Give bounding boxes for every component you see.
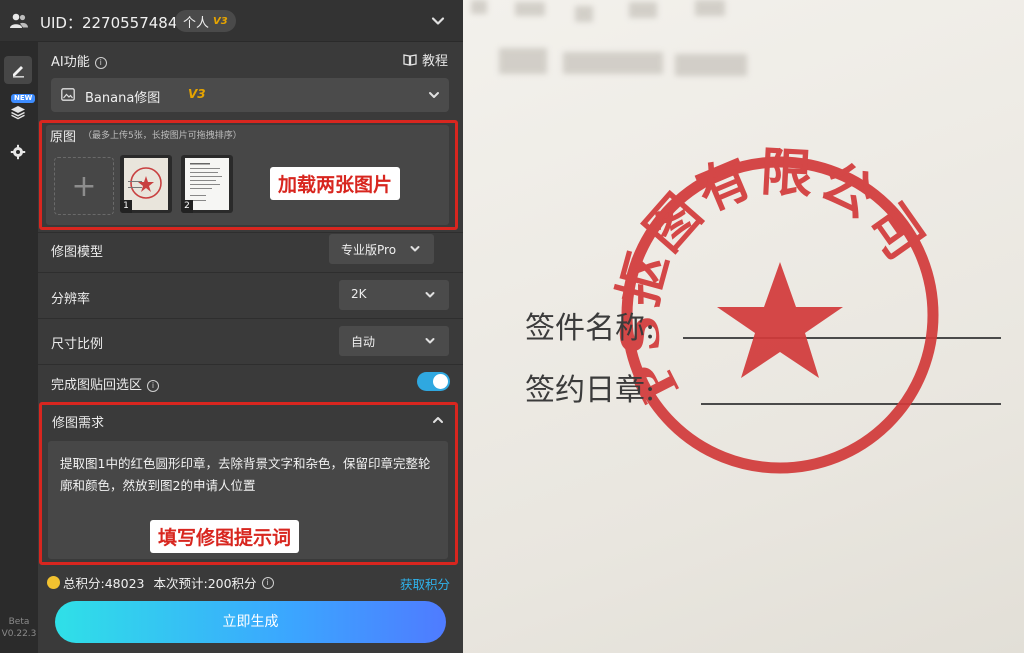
tutorial-link[interactable]: 教程 [403, 50, 448, 69]
points-summary: 总积分:48023 本次预计:200积分 i [47, 573, 274, 592]
requirement-label: 修图需求 [52, 416, 105, 431]
requirement-text: 提取图1中的红色圆形印章，去除背景文字和杂色，保留印章完整轮廓和颜色，然放到图2… [60, 456, 431, 493]
prompt-callout: 填写修图提示词 [150, 520, 300, 553]
account-type-badge: 个人 V3 [175, 10, 236, 32]
model-name: Banana修图 [85, 91, 161, 106]
chevron-down-icon[interactable] [430, 13, 446, 29]
rail-settings-button[interactable] [4, 138, 32, 166]
chevron-down-icon [410, 246, 420, 252]
document-canvas[interactable]: PS抠图有限公司 签件名称: 签约日章: [463, 0, 1024, 653]
chevron-down-icon [425, 292, 435, 298]
version-number: V0.22.3 [1, 629, 37, 639]
ratio-label: 尺寸比例 [51, 337, 104, 352]
info-icon[interactable]: i [147, 380, 160, 392]
sign-name-label: 签件名称: [525, 311, 656, 346]
coin-icon [47, 576, 60, 589]
paste-back-toggle[interactable] [417, 372, 450, 391]
side-rail: NEW Beta V0.22.3 [0, 42, 38, 653]
paste-back-label: 完成图贴回选区 [51, 378, 143, 393]
account-type-label: 个人 [183, 15, 210, 31]
account-version: V3 [213, 15, 228, 27]
version-stage: Beta [8, 617, 30, 627]
chevron-down-icon [425, 338, 435, 344]
divider [38, 232, 463, 233]
get-points-link[interactable]: 获取积分 [400, 574, 450, 593]
chevron-up-icon[interactable] [431, 413, 445, 427]
model-value: 专业版Pro [341, 243, 397, 257]
resolution-label: 分辨率 [51, 292, 91, 307]
chevron-down-icon [429, 92, 439, 98]
divider [38, 318, 463, 319]
account-bar[interactable]: UID：2270557484 个人 V3 [0, 0, 463, 42]
image-icon [61, 88, 75, 101]
tutorial-label: 教程 [422, 54, 449, 69]
users-icon [10, 13, 28, 28]
rail-layers-button[interactable] [4, 98, 32, 126]
model-version: V3 [188, 87, 206, 101]
uid-text: UID：2270557484 [40, 14, 178, 32]
editor-panel: UID：2270557484 个人 V3 NEW Beta V0.22.3 AI… [0, 0, 463, 653]
resolution-dropdown[interactable]: 2K [339, 280, 449, 310]
estimate-points: 本次预计:200积分 [153, 576, 257, 591]
sign-date-label: 签约日章: [525, 373, 656, 408]
ai-function-label: AI功能 i [51, 51, 107, 70]
ratio-value: 自动 [351, 335, 376, 349]
divider [38, 272, 463, 273]
company-stamp: PS抠图有限公司 [608, 142, 939, 474]
ratio-dropdown[interactable]: 自动 [339, 326, 449, 356]
book-icon [403, 54, 417, 66]
layers-icon [11, 106, 25, 120]
resolution-value: 2K [351, 287, 367, 301]
pencil-icon [13, 66, 24, 78]
model-label: 修图模型 [51, 245, 104, 260]
gear-icon [10, 144, 26, 160]
model-dropdown[interactable]: 专业版Pro [329, 234, 434, 264]
load-images-callout: 加载两张图片 [270, 167, 401, 200]
stamp-text: PS抠图有限公司 [608, 142, 938, 412]
settings-content: AI功能 i 教程 Banana修图 V3 原图 （最多上传5张，长按图片可拖拽排… [38, 42, 463, 653]
info-icon[interactable]: i [261, 576, 274, 589]
divider [38, 364, 463, 365]
star-icon [717, 262, 843, 378]
toggle-knob [433, 374, 448, 389]
generate-button[interactable]: 立即生成 [55, 601, 446, 643]
total-points: 总积分:48023 [63, 576, 145, 591]
info-icon[interactable]: i [94, 57, 107, 69]
paste-back-row: 完成图贴回选区 i [51, 374, 160, 393]
rail-edit-button[interactable] [4, 56, 32, 84]
ai-model-select[interactable]: Banana修图 V3 [51, 78, 449, 112]
version-label: Beta V0.22.3 [0, 616, 38, 640]
ai-function-text: AI功能 [51, 55, 90, 70]
